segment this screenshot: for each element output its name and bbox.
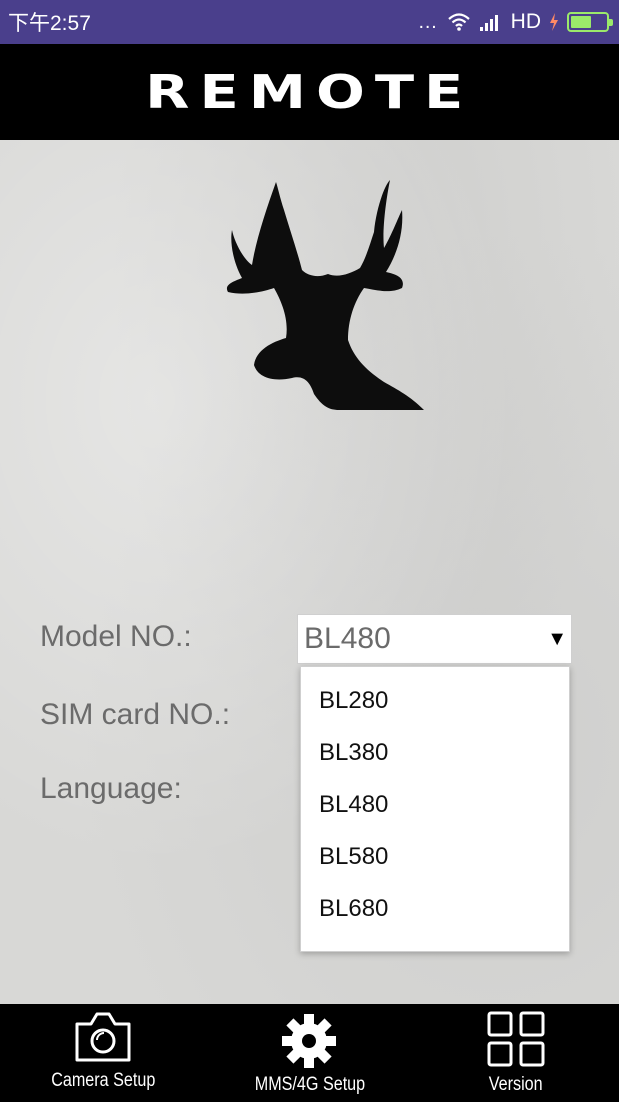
charging-icon [549, 13, 559, 31]
model-select-value: BL480 [304, 622, 391, 655]
signal-icon [479, 12, 503, 32]
model-dropdown-list: BL280 BL380 BL480 BL580 BL680 [300, 666, 570, 952]
network-type: HD [510, 10, 541, 33]
status-icons: … HD [417, 10, 613, 34]
nav-mms-setup[interactable]: MMS/4G Setup [206, 1004, 412, 1102]
model-label: Model NO.: [40, 620, 192, 653]
gear-icon [282, 1014, 337, 1068]
wifi-icon [447, 12, 471, 32]
sim-card-label: SIM card NO.: [40, 698, 231, 731]
camera-icon [75, 1012, 131, 1062]
dropdown-option[interactable]: BL280 [301, 675, 569, 727]
status-time: 下午2:57 [8, 12, 91, 35]
dropdown-option[interactable]: BL380 [301, 727, 569, 779]
nav-label: Camera Setup [51, 1070, 156, 1091]
grid-icon [487, 1011, 545, 1067]
model-select[interactable]: BL480 ▼ [297, 614, 572, 664]
nav-camera-setup[interactable]: Camera Setup [0, 1004, 206, 1102]
main-content: Model NO.: SIM card NO.: Language: BL480… [0, 140, 619, 1004]
language-label: Language: [40, 772, 182, 805]
dropdown-option[interactable]: BL580 [301, 831, 569, 883]
nav-version[interactable]: Version [413, 1004, 619, 1102]
nav-label: MMS/4G Setup [254, 1074, 365, 1095]
header: REMOTE [0, 44, 619, 140]
dropdown-option[interactable]: BL680 [301, 883, 569, 935]
status-bar: 下午2:57 … HD [0, 0, 619, 44]
bottom-nav: Camera Setup MMS/4G Setup Version [0, 1004, 619, 1102]
deer-head-logo [226, 180, 424, 410]
dropdown-arrow-icon: ▼ [547, 627, 567, 650]
battery-icon [567, 12, 613, 32]
page-title: REMOTE [145, 65, 474, 119]
more-dots-icon: … [417, 10, 439, 33]
nav-label: Version [488, 1074, 543, 1095]
dropdown-option[interactable]: BL480 [301, 779, 569, 831]
